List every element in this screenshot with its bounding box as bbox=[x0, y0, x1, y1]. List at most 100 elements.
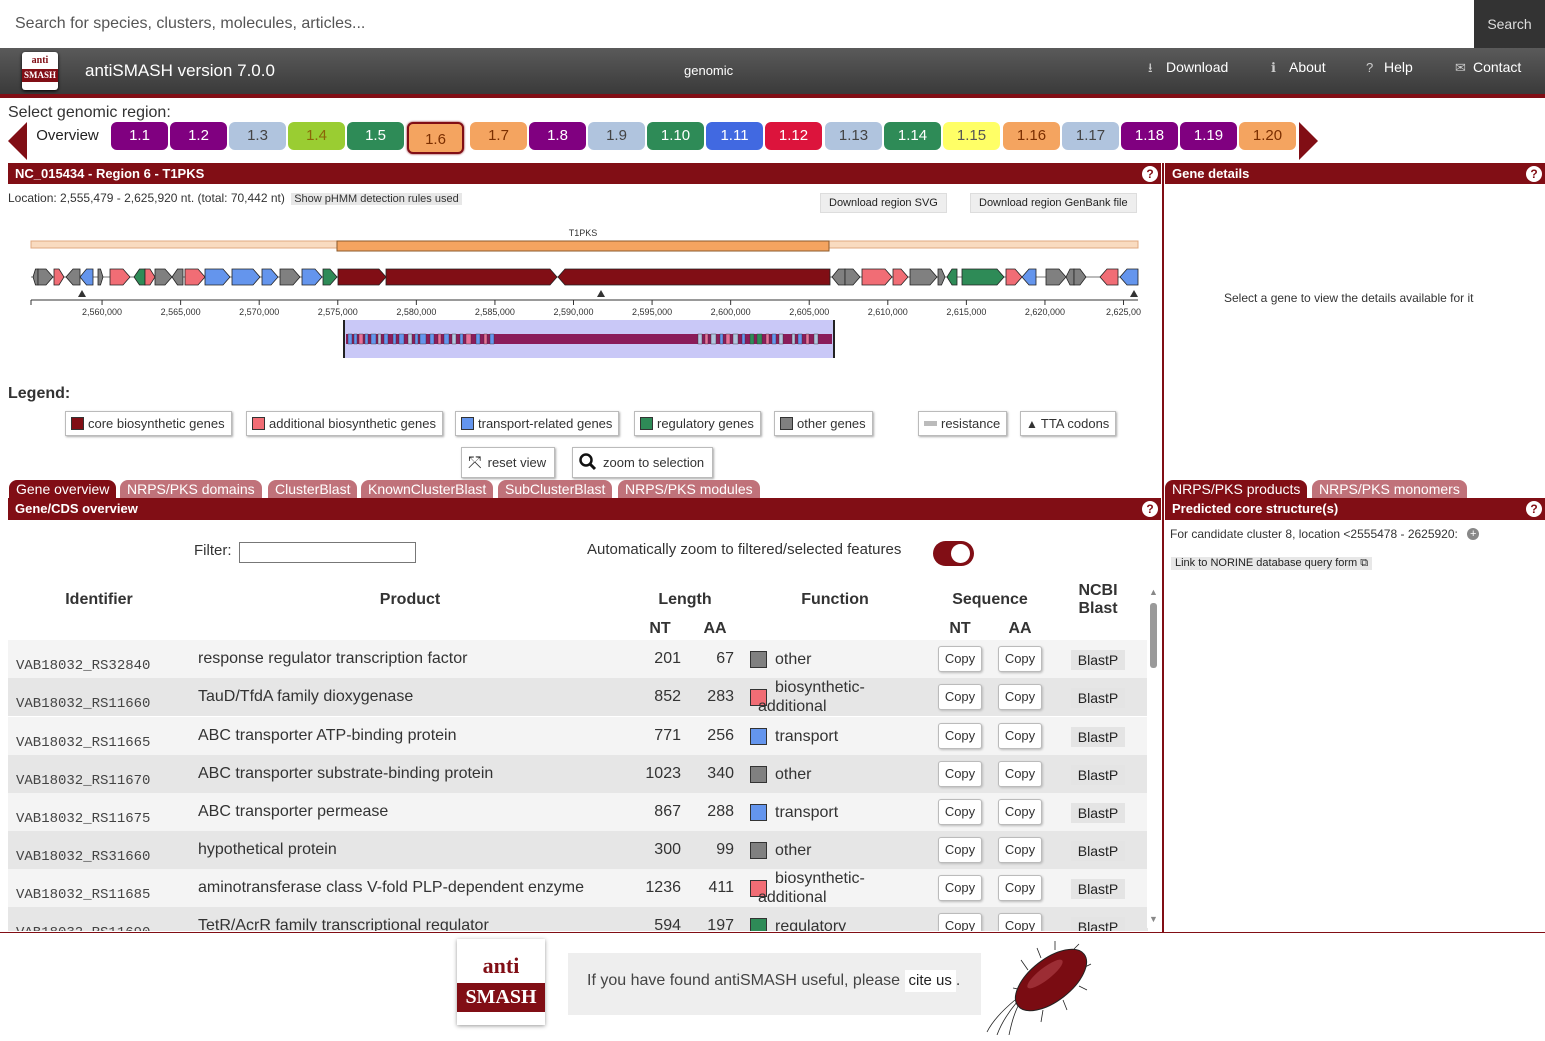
legend-other[interactable]: other genes bbox=[774, 411, 873, 436]
region-button[interactable]: 1.2 bbox=[170, 122, 227, 150]
copy-nt-button[interactable]: Copy bbox=[938, 875, 982, 901]
gene-arrow[interactable] bbox=[301, 268, 323, 286]
domain-block[interactable] bbox=[710, 333, 717, 345]
gene-arrow[interactable] bbox=[861, 268, 893, 286]
tab-nrps-pks-monomers[interactable]: NRPS/PKS monomers bbox=[1312, 480, 1467, 498]
cite-us-button[interactable]: cite us bbox=[904, 970, 956, 992]
region-button[interactable]: 1.8 bbox=[529, 122, 586, 150]
domain-block[interactable] bbox=[697, 333, 703, 345]
gene-arrow[interactable] bbox=[385, 268, 558, 286]
gene-arrow[interactable] bbox=[322, 268, 338, 286]
scrollbar-thumb[interactable] bbox=[1150, 603, 1157, 668]
blastp-button[interactable]: BlastP bbox=[1071, 650, 1125, 670]
norine-link[interactable]: Link to NORINE database query form ⧉ bbox=[1171, 557, 1373, 570]
gene-arrow[interactable] bbox=[133, 268, 146, 286]
gene-identifier[interactable]: VAB18032_RS31660 bbox=[16, 849, 150, 865]
domain-block[interactable] bbox=[791, 333, 796, 345]
copy-aa-button[interactable]: Copy bbox=[998, 875, 1042, 901]
col-function[interactable]: Function bbox=[795, 591, 875, 609]
gene-arrow[interactable] bbox=[231, 268, 261, 286]
copy-nt-button[interactable]: Copy bbox=[938, 799, 982, 825]
gene-arrow[interactable] bbox=[961, 268, 1005, 286]
region-button[interactable]: 1.3 bbox=[229, 122, 286, 150]
gene-arrow[interactable] bbox=[204, 268, 231, 286]
gene-arrow[interactable] bbox=[946, 268, 958, 286]
reset-view-button[interactable]: ⤧ reset view bbox=[461, 447, 556, 478]
table-row[interactable]: VAB18032_RS32840 response regulator trans… bbox=[8, 640, 1148, 678]
col-length-aa[interactable]: AA bbox=[700, 620, 730, 638]
domain-block[interactable] bbox=[364, 333, 369, 345]
gene-arrow[interactable] bbox=[184, 268, 206, 286]
gene-arrow[interactable] bbox=[171, 268, 184, 286]
domain-block[interactable] bbox=[429, 333, 435, 345]
domain-block[interactable] bbox=[749, 333, 755, 345]
gene-arrow[interactable] bbox=[144, 268, 156, 286]
help-icon[interactable]: ? bbox=[1142, 166, 1158, 182]
gene-arrow[interactable] bbox=[97, 268, 104, 286]
gene-arrow[interactable] bbox=[1045, 268, 1067, 286]
gene-arrow[interactable] bbox=[53, 268, 65, 286]
domain-block[interactable] bbox=[459, 333, 464, 345]
overview-button[interactable]: Overview bbox=[28, 122, 107, 150]
blastp-button[interactable]: BlastP bbox=[1071, 879, 1125, 899]
domain-block[interactable] bbox=[741, 333, 746, 345]
gene-arrow[interactable] bbox=[1021, 268, 1037, 286]
search-input[interactable] bbox=[0, 0, 1474, 48]
protocluster-t1pks[interactable] bbox=[336, 240, 830, 252]
copy-aa-button[interactable]: Copy bbox=[998, 761, 1042, 787]
domain-block[interactable] bbox=[797, 333, 803, 345]
region-button[interactable]: 1.11 bbox=[706, 122, 763, 150]
gene-arrow[interactable] bbox=[279, 268, 301, 286]
footer-logo[interactable]: anti SMASH bbox=[457, 939, 545, 1025]
gene-arrow[interactable] bbox=[337, 268, 387, 286]
table-row[interactable]: VAB18032_RS11665 ABC transporter ATP-bind… bbox=[8, 717, 1148, 755]
col-identifier[interactable]: Identifier bbox=[60, 591, 138, 609]
gene-arrow[interactable] bbox=[1065, 268, 1075, 286]
domain-block[interactable] bbox=[719, 333, 724, 345]
region-button[interactable]: 1.7 bbox=[470, 122, 527, 150]
region-button[interactable]: 1.1 bbox=[111, 122, 168, 150]
table-row[interactable]: VAB18032_RS11660 TauD/TfdA family dioxyge… bbox=[8, 678, 1148, 716]
region-button[interactable]: 1.6 bbox=[407, 122, 464, 154]
blastp-button[interactable]: BlastP bbox=[1071, 803, 1125, 823]
gene-identifier[interactable]: VAB18032_RS11675 bbox=[16, 811, 150, 827]
tab-clusterblast[interactable]: ClusterBlast bbox=[268, 480, 358, 498]
nav-about-link[interactable]: ℹ About bbox=[1271, 59, 1326, 76]
copy-aa-button[interactable]: Copy bbox=[998, 684, 1042, 710]
nav-help-link[interactable]: ? Help bbox=[1366, 59, 1413, 75]
table-row[interactable]: VAB18032_RS31660 hypothetical protein 300 9… bbox=[8, 831, 1148, 869]
blastp-button[interactable]: BlastP bbox=[1071, 727, 1125, 747]
domain-block[interactable] bbox=[465, 333, 472, 345]
domain-block[interactable] bbox=[358, 333, 364, 345]
download-svg-button[interactable]: Download region SVG bbox=[820, 193, 947, 213]
copy-nt-button[interactable]: Copy bbox=[938, 646, 982, 672]
region-button[interactable]: 1.14 bbox=[884, 122, 941, 150]
blastp-button[interactable]: BlastP bbox=[1071, 688, 1125, 708]
domain-block[interactable] bbox=[383, 333, 389, 345]
scroll-down-icon[interactable]: ▼ bbox=[1149, 914, 1158, 924]
domain-block[interactable] bbox=[392, 333, 397, 345]
gene-arrow[interactable] bbox=[261, 268, 279, 286]
tab-nrps-pks-modules[interactable]: NRPS/PKS modules bbox=[618, 480, 760, 498]
blastp-button[interactable]: BlastP bbox=[1071, 841, 1125, 861]
gene-arrow[interactable] bbox=[844, 268, 861, 286]
gene-identifier[interactable]: VAB18032_RS11685 bbox=[16, 887, 150, 903]
domain-block[interactable] bbox=[398, 333, 405, 345]
help-icon[interactable]: ? bbox=[1142, 501, 1158, 517]
nav-download-link[interactable]: ⭳ Download bbox=[1148, 59, 1228, 81]
gene-arrow[interactable] bbox=[937, 268, 946, 286]
domain-block[interactable] bbox=[451, 333, 457, 345]
copy-aa-button[interactable]: Copy bbox=[998, 837, 1042, 863]
domain-block[interactable] bbox=[347, 333, 353, 345]
region-button[interactable]: 1.12 bbox=[765, 122, 822, 150]
domain-block[interactable] bbox=[771, 333, 777, 345]
gene-arrow[interactable] bbox=[32, 268, 39, 286]
zoom-selection-button[interactable]: zoom to selection bbox=[572, 447, 714, 478]
autozoom-toggle[interactable] bbox=[933, 541, 974, 566]
help-icon[interactable]: ? bbox=[1526, 501, 1542, 517]
table-row[interactable]: VAB18032_RS11675 ABC transporter permease… bbox=[8, 793, 1148, 831]
help-icon[interactable]: ? bbox=[1526, 166, 1542, 182]
gene-arrow[interactable] bbox=[831, 268, 846, 286]
filter-input[interactable] bbox=[239, 542, 416, 563]
domain-block[interactable] bbox=[765, 333, 770, 345]
